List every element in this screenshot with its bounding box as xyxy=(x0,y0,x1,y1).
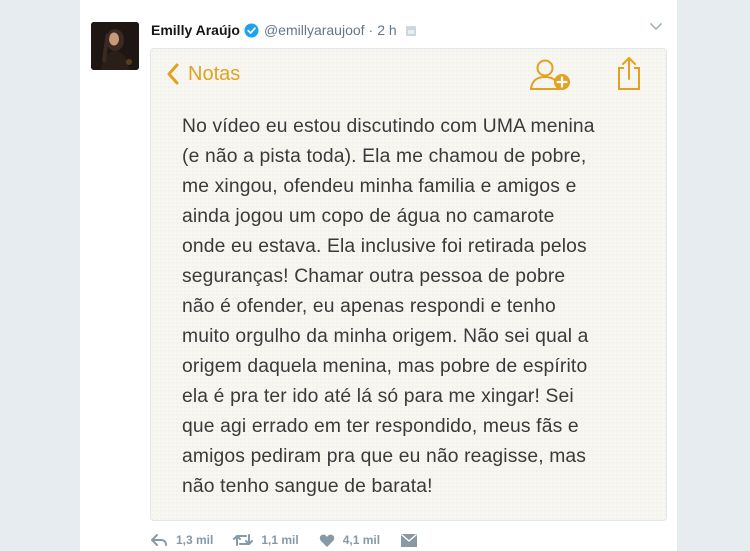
note-line: (e não a pista toda). Ela me chamou de p… xyxy=(182,146,587,167)
like-button[interactable]: 4,1 mil xyxy=(319,533,380,548)
back-chevron-icon xyxy=(167,63,179,85)
note-line: me xingou, ofendeu minha familia e amigo… xyxy=(182,176,577,197)
note-line: ela é pra ter ido até lá só para me xing… xyxy=(182,386,574,407)
direct-message-button[interactable] xyxy=(400,533,426,548)
tweet-actions: 1,3 mil 1,1 mil 4,1 mil xyxy=(150,530,446,550)
note-body: No vídeo eu estou discutindo com UMA men… xyxy=(182,112,652,502)
lock-icon xyxy=(405,24,417,36)
retweet-icon xyxy=(233,534,254,546)
heart-icon xyxy=(319,534,334,547)
note-line: não tenho sangue de barata! xyxy=(182,476,433,497)
verified-badge-icon xyxy=(244,23,259,38)
note-line: No vídeo eu estou discutindo com UMA men… xyxy=(182,116,595,137)
note-line: não é ofender, eu apenas respondi e tenh… xyxy=(182,296,556,317)
note-line: ainda jogou um copo de água no camarote xyxy=(182,206,555,227)
avatar-image xyxy=(91,22,139,70)
note-line: muito orgulho da minha origem. Não sei q… xyxy=(182,326,589,347)
tweet-header: Emilly Araújo @emillyaraujoof · 2 h xyxy=(151,21,417,39)
reply-button[interactable]: 1,3 mil xyxy=(150,532,213,548)
reply-count: 1,3 mil xyxy=(176,533,214,547)
like-count: 4,1 mil xyxy=(342,533,381,547)
direct-message-icon xyxy=(401,533,418,547)
display-name[interactable]: Emilly Araújo xyxy=(151,22,240,38)
note-line: que agi errado em ter respondido, meus f… xyxy=(182,416,579,437)
retweet-count: 1,1 mil xyxy=(261,533,299,547)
timestamp[interactable]: 2 h xyxy=(377,22,396,38)
share-icon xyxy=(618,57,640,90)
notes-back-button: Notas xyxy=(166,60,240,88)
reply-icon xyxy=(151,534,167,546)
note-line: amigos pediram pra que eu não reagisse, … xyxy=(182,446,587,467)
note-line: seguranças! Chamar outra pessoa de pobre xyxy=(182,266,566,287)
note-line: origem daquela menina, mas pobre de espí… xyxy=(182,356,588,377)
notes-back-label: Notas xyxy=(188,62,241,85)
note-line: onde eu estava. Ela inclusive foi retira… xyxy=(182,236,587,257)
retweet-button[interactable]: 1,1 mil xyxy=(233,532,299,548)
user-handle[interactable]: @emillyaraujoof xyxy=(264,22,365,38)
avatar[interactable] xyxy=(91,22,139,70)
add-person-icon xyxy=(529,59,570,90)
separator-dot: · xyxy=(368,22,374,38)
chevron-down-icon[interactable] xyxy=(649,22,663,32)
